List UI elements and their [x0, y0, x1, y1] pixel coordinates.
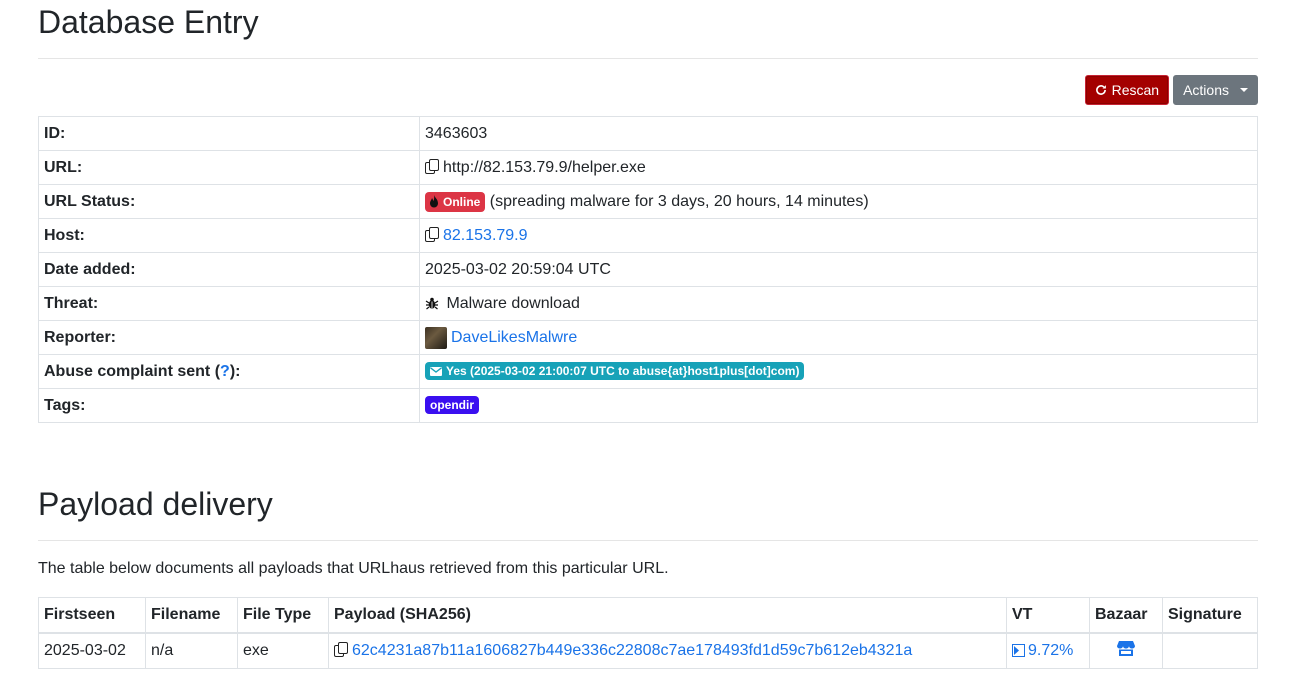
status-text: (spreading malware for 3 days, 20 hours,…: [489, 192, 869, 210]
abuse-help-link[interactable]: ?: [220, 363, 230, 380]
payload-divider: [38, 540, 1258, 541]
date-label: Date added:: [38, 252, 420, 287]
filename-cell: n/a: [145, 632, 238, 669]
store-icon[interactable]: [1117, 641, 1135, 656]
actions-dropdown-button[interactable]: Actions: [1173, 75, 1258, 105]
signature-cell: [1162, 632, 1258, 669]
avatar: [425, 326, 447, 349]
caret-down-icon: [1240, 88, 1248, 92]
bug-icon: [425, 297, 439, 310]
abuse-label-prefix: Abuse complaint sent (: [44, 362, 221, 380]
vt-link[interactable]: 9.72%: [1028, 642, 1073, 659]
filetype-cell: exe: [237, 632, 329, 669]
payload-table: Firstseen Filename File Type Payload (SH…: [38, 597, 1258, 669]
status-cell: Online (spreading malware for 3 days, 20…: [419, 184, 1258, 219]
firstseen-cell: 2025-03-02: [38, 632, 146, 669]
host-link[interactable]: 82.153.79.9: [443, 227, 528, 244]
entry-info-table: ID: 3463603 URL: http://82.153.79.9/help…: [38, 116, 1258, 423]
url-cell: http://82.153.79.9/helper.exe: [419, 150, 1258, 185]
envelope-icon: [430, 366, 442, 376]
sha256-cell: 62c4231a87b11a1606827b449e336c22808c7ae1…: [328, 632, 1007, 669]
fire-icon: [430, 194, 438, 207]
rescan-button[interactable]: Rescan: [1084, 75, 1170, 105]
table-row: Host: 82.153.79.9: [38, 218, 1258, 253]
status-label: URL Status:: [38, 184, 420, 219]
abuse-value: Yes (2025-03-02 21:00:07 UTC to abuse{at…: [446, 364, 800, 379]
payload-title: Payload delivery: [38, 486, 273, 522]
col-vt[interactable]: VT: [1006, 597, 1090, 634]
table-row: URL: http://82.153.79.9/helper.exe: [38, 150, 1258, 185]
vt-cell: 9.72%: [1006, 632, 1090, 669]
abuse-badge: Yes (2025-03-02 21:00:07 UTC to abuse{at…: [425, 362, 805, 381]
col-sha256[interactable]: Payload (SHA256): [328, 597, 1007, 634]
host-label: Host:: [38, 218, 420, 253]
table-row: URL Status: Online (spreading malware fo…: [38, 184, 1258, 219]
host-cell: 82.153.79.9: [419, 218, 1258, 253]
status-badge-label: Online: [443, 194, 481, 209]
tags-cell: opendir: [419, 388, 1258, 423]
status-badge: Online: [425, 191, 486, 212]
reporter-link[interactable]: DaveLikesMalwre: [451, 329, 577, 346]
rescan-label: Rescan: [1111, 82, 1160, 98]
table-row: 2025-03-02 n/a exe 62c4231a87b11a1606827…: [38, 632, 1258, 669]
table-row: Abuse complaint sent (?): Yes (2025-03-0…: [38, 354, 1258, 389]
table-header-row: Firstseen Filename File Type Payload (SH…: [38, 597, 1258, 634]
table-row: Date added: 2025-03-02 20:59:04 UTC: [38, 252, 1258, 287]
copy-icon[interactable]: [425, 226, 439, 242]
tag-badge[interactable]: opendir: [425, 396, 479, 415]
abuse-cell: Yes (2025-03-02 21:00:07 UTC to abuse{at…: [419, 354, 1258, 389]
table-row: ID: 3463603: [38, 116, 1258, 151]
id-label: ID:: [38, 116, 420, 151]
threat-value: Malware download: [446, 294, 580, 312]
url-label: URL:: [38, 150, 420, 185]
threat-label: Threat:: [38, 286, 420, 321]
table-row: Tags: opendir: [38, 388, 1258, 423]
threat-cell: Malware download: [419, 286, 1258, 321]
abuse-label-suffix: ):: [229, 362, 241, 380]
id-value: 3463603: [419, 116, 1258, 151]
payload-description: The table below documents all payloads t…: [38, 560, 669, 577]
sha256-link[interactable]: 62c4231a87b11a1606827b449e336c22808c7ae1…: [352, 642, 912, 659]
table-row: Threat: Malware download: [38, 286, 1258, 321]
title-divider: [38, 58, 1258, 59]
col-bazaar[interactable]: Bazaar: [1089, 597, 1163, 634]
reporter-label: Reporter:: [38, 320, 420, 355]
toolbar: Rescan Actions: [1084, 75, 1258, 105]
col-firstseen[interactable]: Firstseen: [38, 597, 146, 634]
col-signature[interactable]: Signature: [1162, 597, 1258, 634]
url-value: http://82.153.79.9/helper.exe: [443, 158, 646, 176]
date-value: 2025-03-02 20:59:04 UTC: [419, 252, 1258, 287]
abuse-label: Abuse complaint sent (?):: [38, 354, 420, 389]
copy-icon[interactable]: [334, 642, 348, 657]
page-title: Database Entry: [38, 4, 259, 40]
reporter-cell: DaveLikesMalwre: [419, 320, 1258, 355]
refresh-icon: [1095, 85, 1106, 95]
tags-label: Tags:: [38, 388, 420, 423]
copy-icon[interactable]: [425, 158, 439, 174]
col-filetype[interactable]: File Type: [237, 597, 329, 634]
bazaar-cell: [1089, 632, 1163, 669]
virustotal-icon[interactable]: [1012, 644, 1025, 658]
col-filename[interactable]: Filename: [145, 597, 238, 634]
actions-label: Actions: [1183, 82, 1229, 98]
table-row: Reporter: DaveLikesMalwre: [38, 320, 1258, 355]
